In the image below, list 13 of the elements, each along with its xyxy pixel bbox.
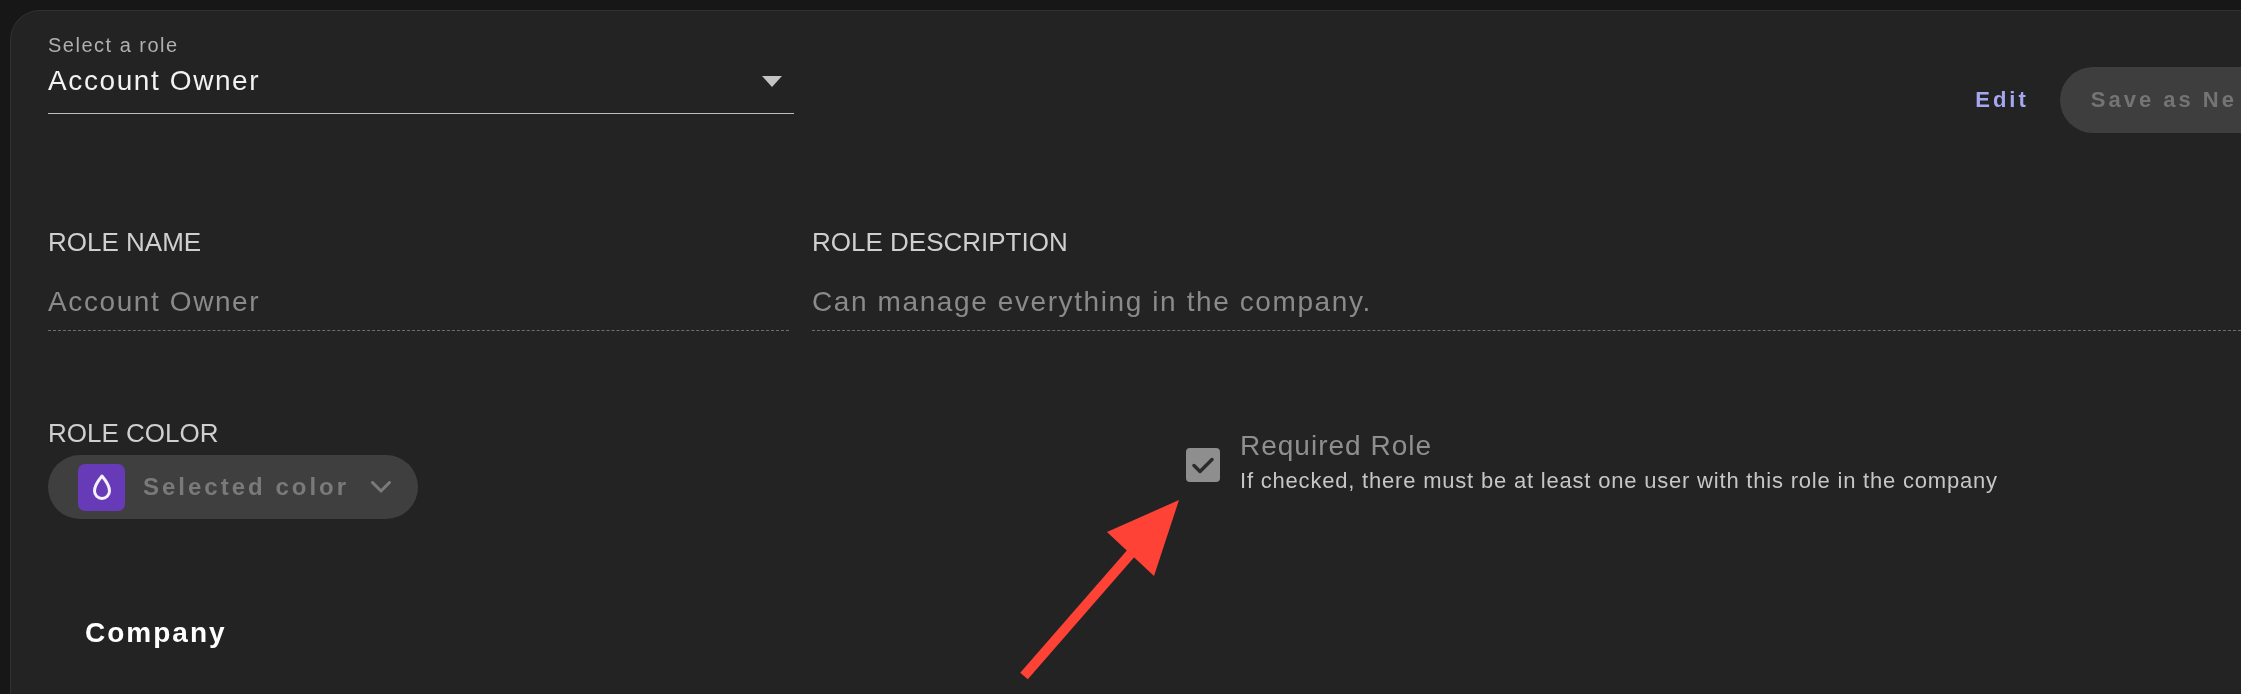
field-label: ROLE COLOR: [48, 418, 219, 448]
section-title: Company: [85, 617, 227, 649]
caret-icon: [762, 75, 782, 87]
field-label: ROLE NAME: [48, 227, 202, 257]
edit-link[interactable]: Edit: [1975, 87, 2029, 113]
checkbox-description: If checked, there must be at least one user with this role in the company: [1240, 468, 1998, 494]
field-label: ROLE DESCRIPTION: [812, 227, 1068, 257]
floating-label: Select a role: [48, 34, 179, 56]
role-select[interactable]: Select a role Account Owner: [48, 34, 794, 114]
color-picker-button[interactable]: Selected color: [48, 455, 419, 519]
check-icon: [1192, 456, 1214, 474]
checkbox-label: Required Role: [1240, 430, 1432, 462]
chevron-down-icon: [371, 480, 392, 494]
